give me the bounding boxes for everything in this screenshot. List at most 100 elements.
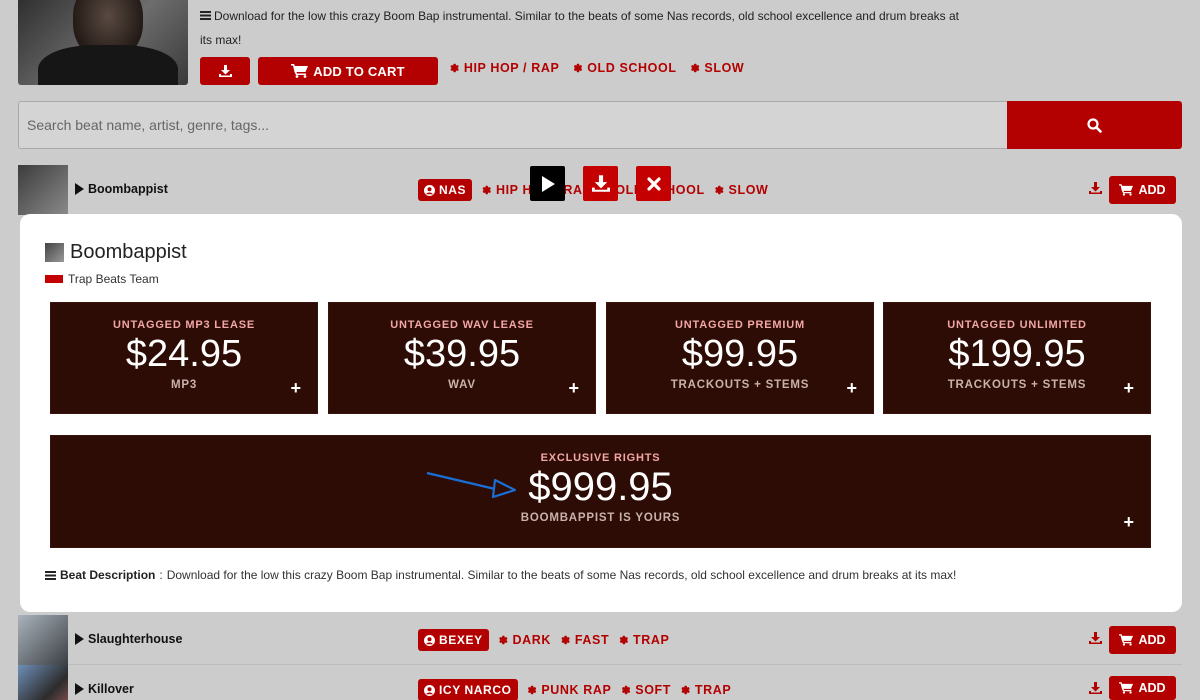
tag-label: OLD SCHOOL	[587, 61, 677, 75]
beat-description-text: Download for the low this crazy Boom Bap…	[166, 568, 957, 582]
tag-link[interactable]: ✽ DARK	[499, 633, 551, 647]
modal-title-text: Boombappist	[70, 241, 187, 263]
tag-link[interactable]: ✽ TRAP	[681, 683, 731, 697]
track-thumbnail	[18, 665, 68, 700]
colon: :	[159, 568, 163, 582]
play-icon	[541, 175, 555, 192]
license-card-unlimited[interactable]: UNTAGGED UNLIMITED $199.95 TRACKOUTS + S…	[883, 302, 1151, 414]
license-card-wav[interactable]: UNTAGGED WAV LEASE $39.95 WAV +	[328, 302, 596, 414]
play-button[interactable]	[530, 166, 565, 201]
search-input[interactable]	[19, 102, 1007, 148]
beat-description: Beat Description: Download for the low t…	[45, 568, 956, 582]
tag-link[interactable]: ✽OLD SCHOOL	[573, 61, 676, 75]
artist-badge[interactable]: NAS	[418, 179, 473, 201]
close-button[interactable]	[636, 166, 671, 201]
cart-icon	[1119, 634, 1134, 646]
plus-icon[interactable]: +	[1123, 512, 1134, 533]
play-icon	[75, 183, 84, 195]
track-row[interactable]: Slaughterhouse BEXEY ✽ DARK ✽ FAST ✽ TRAP A…	[18, 615, 1182, 665]
license-files: WAV	[448, 379, 476, 391]
track-row[interactable]: Killover ICY NARCO ✽ PUNK RAP ✽ SOFT ✽ TRAP…	[18, 665, 1182, 700]
modal-title: Boombappist	[45, 241, 187, 264]
producer-logo	[45, 275, 63, 283]
producer-name-text: Trap Beats Team	[68, 272, 159, 286]
tag-link[interactable]: ✽HIP HOP / RAP	[450, 61, 559, 75]
producer-name[interactable]: Trap Beats Team	[45, 272, 159, 286]
tag-icon: ✽	[690, 62, 701, 75]
tag-icon: ✽	[619, 634, 630, 647]
track-thumbnail	[18, 615, 68, 665]
license-card-mp3[interactable]: UNTAGGED MP3 LEASE $24.95 MP3 +	[50, 302, 318, 414]
tag-link[interactable]: ✽ PUNK RAP	[528, 683, 612, 697]
cart-icon	[1119, 184, 1134, 196]
featured-add-to-cart-button[interactable]: ADD TO CART	[258, 57, 438, 85]
download-button[interactable]	[583, 166, 618, 201]
track-title-text: Boombappist	[88, 182, 168, 196]
license-price: $24.95	[125, 333, 243, 375]
tag-label: DARK	[512, 633, 552, 647]
beat-description-label: Beat Description	[60, 568, 156, 582]
tag-icon: ✽	[482, 184, 492, 197]
tag-icon: ✽	[527, 684, 538, 697]
tag-label: HIP HOP / RAP	[463, 61, 560, 75]
tag-label: PUNK RAP	[541, 683, 612, 697]
plus-icon[interactable]: +	[290, 378, 301, 399]
user-icon	[424, 684, 435, 696]
arrow-annotation	[426, 471, 517, 499]
tag-icon: ✽	[621, 684, 632, 697]
add-to-cart-button[interactable]: ADD	[1109, 176, 1176, 204]
license-name: UNTAGGED UNLIMITED	[947, 319, 1087, 331]
download-icon	[591, 175, 610, 192]
download-icon	[218, 65, 232, 77]
license-price: $39.95	[403, 333, 521, 375]
license-files: BOOMBAPPIST IS YOURS	[520, 512, 681, 524]
tag-icon: ✽	[561, 634, 571, 647]
add-to-cart-button[interactable]: ADD	[1109, 626, 1176, 654]
featured-download-button[interactable]	[200, 57, 250, 85]
license-card-exclusive[interactable]: EXCLUSIVE RIGHTS $999.95 BOOMBAPPIST IS …	[50, 435, 1151, 548]
add-to-cart-button[interactable]: ADD	[1109, 676, 1176, 700]
plus-icon[interactable]: +	[1123, 378, 1134, 399]
track-title[interactable]: Slaughterhouse	[75, 632, 182, 646]
tag-link[interactable]: ✽ SOFT	[621, 683, 671, 697]
license-name: UNTAGGED PREMIUM	[675, 319, 805, 331]
tag-icon: ✽	[498, 634, 509, 647]
cart-icon	[1119, 682, 1134, 694]
track-thumbnail	[18, 165, 68, 215]
cart-icon	[291, 64, 309, 78]
tag-label: TRAP	[633, 633, 670, 647]
tag-link[interactable]: ✽ TRAP	[619, 633, 669, 647]
artist-badge[interactable]: BEXEY	[418, 629, 489, 651]
artist-badge[interactable]: ICY NARCO	[418, 679, 518, 700]
track-title[interactable]: Killover	[75, 682, 134, 696]
tag-label: SOFT	[635, 683, 672, 697]
add-label: ADD	[1138, 183, 1166, 197]
lines-icon	[45, 570, 56, 580]
search-icon	[1087, 117, 1102, 133]
artist-name: NAS	[439, 183, 467, 197]
close-icon	[646, 176, 661, 191]
tag-label: TRAP	[694, 683, 732, 697]
track-title-text: Killover	[88, 682, 134, 696]
tag-link[interactable]: ✽ SLOW	[691, 61, 745, 75]
add-label: ADD	[1138, 633, 1166, 647]
license-files: MP3	[170, 379, 198, 391]
tag-link[interactable]: ✽ FAST	[561, 633, 609, 647]
track-tags: BEXEY ✽ DARK ✽ FAST ✽ TRAP	[418, 629, 669, 651]
license-name: UNTAGGED MP3 LEASE	[113, 319, 255, 331]
play-icon	[75, 683, 84, 695]
download-icon[interactable]	[1089, 682, 1102, 694]
download-icon[interactable]	[1089, 182, 1102, 194]
search-button[interactable]	[1007, 101, 1182, 149]
license-price: $999.95	[528, 465, 673, 509]
license-price: $199.95	[948, 333, 1086, 375]
featured-description: Download for the low this crazy Boom Bap…	[200, 4, 970, 52]
license-card-premium[interactable]: UNTAGGED PREMIUM $99.95 TRACKOUTS + STEM…	[606, 302, 874, 414]
track-title[interactable]: Boombappist	[75, 182, 168, 196]
plus-icon[interactable]: +	[568, 378, 579, 399]
tag-icon: ✽	[450, 62, 460, 75]
plus-icon[interactable]: +	[846, 378, 857, 399]
download-icon[interactable]	[1089, 632, 1102, 644]
tag-icon: ✽	[681, 684, 691, 697]
tag-link[interactable]: ✽ SLOW	[715, 183, 769, 197]
